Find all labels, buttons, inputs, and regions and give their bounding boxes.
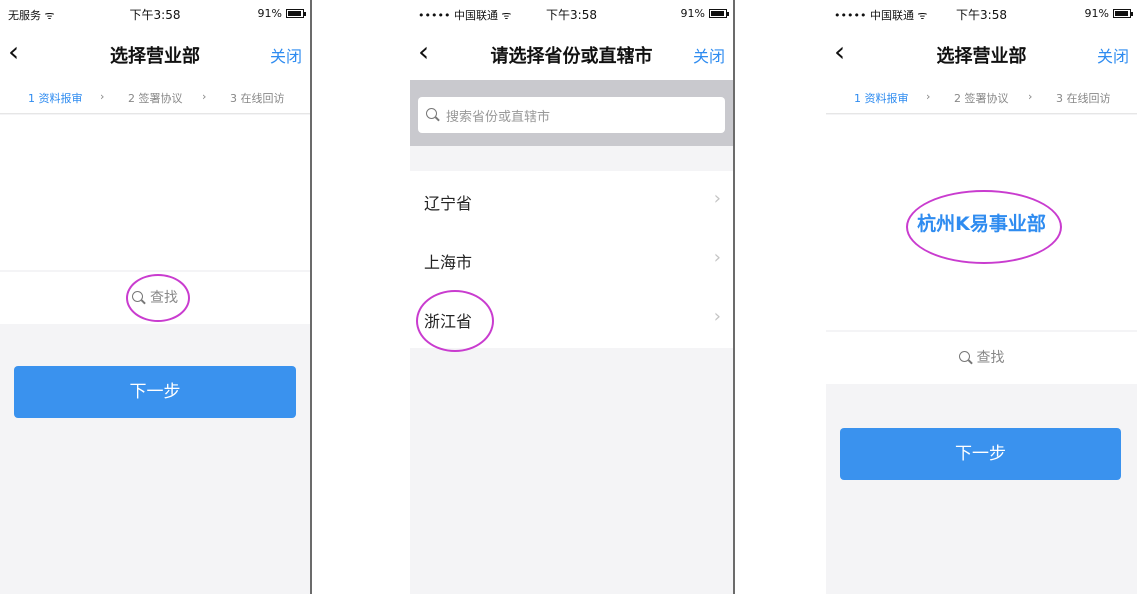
step-1: 1 资料报审 xyxy=(854,92,909,105)
search-label: 查找 xyxy=(976,350,1005,366)
province-label: 上海市 xyxy=(424,253,473,272)
search-icon xyxy=(426,108,440,122)
status-right: 91% xyxy=(257,7,306,20)
status-right: 91% xyxy=(680,7,729,20)
panel-divider xyxy=(310,0,312,594)
next-step-button[interactable]: 下一步 xyxy=(840,428,1121,480)
battery-icon xyxy=(709,9,729,18)
status-bar: ••••• 中国联通 ᯤ 下午3:58 91% xyxy=(410,0,733,28)
status-right: 91% xyxy=(1084,7,1133,20)
navigation-bar: ‹ 选择营业部 关闭 xyxy=(826,28,1137,80)
phone-screen-2: ••••• 中国联通 ᯤ 下午3:58 91% ‹ 请选择省份或直辖市 关闭 搜… xyxy=(410,0,733,594)
close-button[interactable]: 关闭 xyxy=(693,43,725,67)
search-row[interactable]: 查找 xyxy=(0,272,310,324)
step-progress: 1 资料报审 › 2 签署协议 › 3 在线回访 xyxy=(0,80,310,114)
battery-percent: 91% xyxy=(680,7,705,20)
page-title: 选择营业部 xyxy=(110,46,200,67)
selected-branch-name[interactable]: 杭州K易事业部 xyxy=(826,209,1137,236)
search-row[interactable]: 查找 xyxy=(826,332,1137,384)
search-bar-area: 搜索省份或直辖市 xyxy=(410,80,733,146)
province-list: 辽宁省 › 上海市 › 浙江省 › xyxy=(410,171,733,348)
step-2: 2 签署协议 xyxy=(954,92,1009,105)
step-separator-icon: › xyxy=(100,90,105,103)
status-bar: 无服务 ᯤ 下午3:58 91% xyxy=(0,0,310,28)
search-control[interactable]: 查找 xyxy=(132,272,178,324)
close-button[interactable]: 关闭 xyxy=(1097,43,1129,67)
step-separator-icon: › xyxy=(1028,90,1033,103)
step-3: 3 在线回访 xyxy=(1056,92,1111,105)
search-icon xyxy=(132,291,146,305)
search-placeholder: 搜索省份或直辖市 xyxy=(446,109,551,125)
back-chevron-icon[interactable]: ‹ xyxy=(8,36,19,68)
province-item-shanghai[interactable]: 上海市 › xyxy=(410,230,733,289)
status-bar: ••••• 中国联通 ᯤ 下午3:58 91% xyxy=(826,0,1137,28)
next-step-button[interactable]: 下一步 xyxy=(14,366,296,418)
chevron-right-icon: › xyxy=(713,306,721,327)
phone-screen-1: 无服务 ᯤ 下午3:58 91% ‹ 选择营业部 关闭 1 资料报审 › 2 签… xyxy=(0,0,310,594)
battery-percent: 91% xyxy=(257,7,282,20)
page-title: 请选择省份或直辖市 xyxy=(490,46,653,67)
battery-icon xyxy=(1113,9,1133,18)
back-chevron-icon[interactable]: ‹ xyxy=(418,36,429,68)
step-3: 3 在线回访 xyxy=(230,92,285,105)
step-separator-icon: › xyxy=(926,90,931,103)
back-chevron-icon[interactable]: ‹ xyxy=(834,36,845,68)
search-label: 查找 xyxy=(150,290,178,306)
battery-icon xyxy=(286,9,306,18)
step-2: 2 签署协议 xyxy=(128,92,183,105)
province-label: 浙江省 xyxy=(424,312,473,331)
chevron-right-icon: › xyxy=(713,247,721,268)
province-label: 辽宁省 xyxy=(424,194,473,213)
step-progress: 1 资料报审 › 2 签署协议 › 3 在线回访 xyxy=(826,80,1137,114)
chevron-right-icon: › xyxy=(713,188,721,209)
step-1: 1 资料报审 xyxy=(28,92,83,105)
panel-divider xyxy=(733,0,735,594)
close-button[interactable]: 关闭 xyxy=(270,43,302,67)
navigation-bar: ‹ 请选择省份或直辖市 关闭 xyxy=(410,28,733,80)
content-area xyxy=(0,115,310,270)
search-icon xyxy=(958,351,973,365)
province-search-input[interactable]: 搜索省份或直辖市 xyxy=(418,97,725,133)
battery-percent: 91% xyxy=(1084,7,1109,20)
search-control[interactable]: 查找 xyxy=(958,332,1005,384)
navigation-bar: ‹ 选择营业部 关闭 xyxy=(0,28,310,80)
province-item-liaoning[interactable]: 辽宁省 › xyxy=(410,171,733,230)
page-title: 选择营业部 xyxy=(936,46,1027,67)
phone-screen-3: ••••• 中国联通 ᯤ 下午3:58 91% ‹ 选择营业部 关闭 1 资料报… xyxy=(826,0,1137,594)
province-item-zhejiang[interactable]: 浙江省 › xyxy=(410,289,733,348)
step-separator-icon: › xyxy=(202,90,207,103)
